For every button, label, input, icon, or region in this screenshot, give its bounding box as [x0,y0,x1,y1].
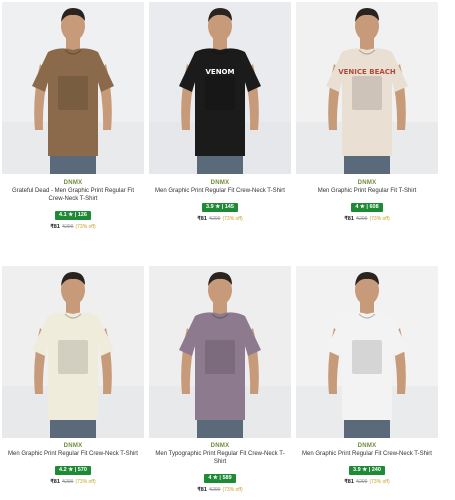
price: ₹81 [197,487,207,493]
model-illustration [296,266,438,438]
product-info: DNMX Men Graphic Print Regular Fit Crew-… [2,442,144,486]
tee-print [205,76,235,110]
tee-print [205,340,235,374]
price: ₹81 [344,479,354,485]
model-illustration [2,266,144,438]
product-title[interactable]: Men Graphic Print Regular Fit Crew-Neck … [149,187,291,195]
mrp: ₹299 [208,487,221,493]
product-brand: DNMX [63,443,83,449]
product-card[interactable]: VENICE BEACH DNMX Men Graphic Print Regu… [296,0,438,240]
discount: (73% off) [222,216,243,222]
product-brand: DNMX [210,180,230,186]
price: ₹81 [344,216,354,222]
price-row: ₹81 ₹299 (73% off) [2,224,144,231]
product-card[interactable]: DNMX Grateful Dead - Men Graphic Print R… [2,0,144,240]
model-illustration: VENICE BEACH [296,2,438,174]
discount: (73% off) [369,216,390,222]
rating-badge: 4 ★ | 608 [351,203,383,212]
rating-badge: 3.9 ★ | 145 [202,203,238,212]
product-info: DNMX Grateful Dead - Men Graphic Print R… [2,179,144,231]
product-image[interactable] [149,266,291,438]
product-info: DNMX Men Graphic Print Regular Fit Crew-… [149,179,291,223]
mrp: ₹299 [61,224,74,230]
product-image[interactable] [2,2,144,174]
price-row: ₹81 ₹299 (73% off) [296,216,438,223]
discount: (73% off) [369,479,390,485]
product-card[interactable]: DNMX Men Graphic Print Regular Fit Crew-… [296,264,438,500]
product-grid: DNMX Grateful Dead - Men Graphic Print R… [0,0,455,500]
product-brand: DNMX [63,180,83,186]
product-title[interactable]: Men Graphic Print Regular Fit Crew-Neck … [2,450,144,458]
product-title[interactable]: Men Graphic Print Regular Fit T-Shirt [296,187,438,195]
product-title[interactable]: Grateful Dead - Men Graphic Print Regula… [2,187,144,203]
price: ₹81 [50,224,60,230]
product-card[interactable]: DNMX Men Graphic Print Regular Fit Crew-… [2,264,144,500]
model-illustration: VENOM [149,2,291,174]
product-title[interactable]: Men Typographic Print Regular Fit Crew-N… [149,450,291,466]
discount: (73% off) [75,224,96,230]
mrp: ₹299 [208,216,221,222]
discount: (73% off) [222,487,243,493]
rating-badge: 3.9 ★ | 240 [349,466,385,475]
product-brand: DNMX [357,443,377,449]
rating-badge: 4.1 ★ | 126 [55,211,91,220]
rating-badge: 4 ★ | 589 [204,474,236,483]
mrp: ₹299 [355,216,368,222]
product-image[interactable]: VENOM [149,2,291,174]
tee-print-text: VENOM [206,68,235,76]
product-info: DNMX Men Typographic Print Regular Fit C… [149,442,291,494]
tee-print [58,340,88,374]
tee-print [58,76,88,110]
product-brand: DNMX [210,443,230,449]
product-title[interactable]: Men Graphic Print Regular Fit Crew-Neck … [296,450,438,458]
price-row: ₹81 ₹299 (73% off) [149,487,291,494]
product-card[interactable]: VENOM DNMX Men Graphic Print Regular Fit… [149,0,291,240]
tee-print-text: VENICE BEACH [338,68,396,76]
product-image[interactable] [296,266,438,438]
price-row: ₹81 ₹299 (73% off) [296,479,438,486]
discount: (73% off) [75,479,96,485]
product-image[interactable]: VENICE BEACH [296,2,438,174]
product-info: DNMX Men Graphic Print Regular Fit T-Shi… [296,179,438,223]
mrp: ₹299 [355,479,368,485]
product-brand: DNMX [357,180,377,186]
product-info: DNMX Men Graphic Print Regular Fit Crew-… [296,442,438,486]
price-row: ₹81 ₹299 (73% off) [149,216,291,223]
model-illustration [2,2,144,174]
price-row: ₹81 ₹299 (73% off) [2,479,144,486]
product-image[interactable] [2,266,144,438]
product-card[interactable]: DNMX Men Typographic Print Regular Fit C… [149,264,291,500]
model-illustration [149,266,291,438]
price: ₹81 [197,216,207,222]
price: ₹81 [50,479,60,485]
tee-print [352,76,382,110]
mrp: ₹299 [61,479,74,485]
tee-print [352,340,382,374]
rating-badge: 4.2 ★ | 570 [55,466,91,475]
